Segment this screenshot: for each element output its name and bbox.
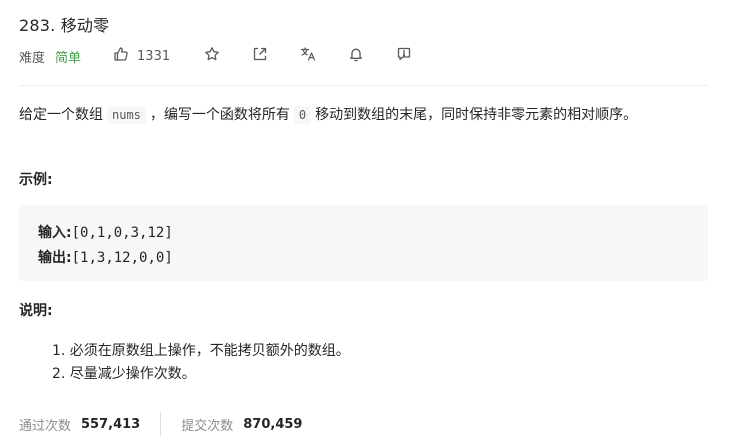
- favorite-button[interactable]: [204, 45, 220, 67]
- description-text: ，编写一个函数将所有: [149, 107, 290, 123]
- example-output-value: [1,3,12,0,0]: [71, 250, 173, 266]
- subscribe-button[interactable]: [348, 45, 364, 67]
- accepted-label: 通过次数: [19, 418, 72, 434]
- star-icon: [204, 46, 220, 66]
- inline-code-zero: 0: [293, 106, 312, 124]
- bell-icon: [348, 46, 364, 66]
- share-button[interactable]: [252, 45, 268, 67]
- notes-list: 1. 必须在原数组上操作，不能拷贝额外的数组。 2. 尽量减少操作次数。: [52, 340, 350, 386]
- submitted-value: 870,459: [243, 416, 303, 432]
- translate-icon: [300, 46, 316, 66]
- inline-code-nums: nums: [107, 106, 146, 124]
- feedback-button[interactable]: [396, 45, 412, 67]
- difficulty-label: 难度: [19, 50, 46, 66]
- stats-divider: [160, 412, 162, 436]
- difficulty-value: 简单: [55, 50, 82, 66]
- list-item: 1. 必须在原数组上操作，不能拷贝额外的数组。: [52, 343, 350, 359]
- description-text: 给定一个数组: [19, 107, 103, 123]
- example-output-line: 输出:[1,3,12,0,0]: [38, 247, 173, 267]
- submitted-label: 提交次数: [181, 418, 234, 434]
- problem-description: 给定一个数组 nums ，编写一个函数将所有 0 移动到数组的末尾，同时保持非零元素的相…: [19, 104, 709, 127]
- share-icon: [252, 46, 268, 66]
- example-input-label: 输入:: [38, 225, 72, 241]
- list-item: 2. 尽量减少操作次数。: [52, 366, 196, 382]
- like-button[interactable]: 1331: [113, 45, 170, 67]
- header-divider: [19, 85, 708, 86]
- report-icon: [396, 46, 412, 66]
- example-heading: 示例:: [19, 172, 53, 188]
- translate-button[interactable]: [300, 45, 316, 67]
- like-count: 1331: [137, 48, 171, 64]
- example-input-value: [0,1,0,3,12]: [71, 225, 173, 241]
- problem-meta-bar: 难度 简单 1331: [19, 44, 412, 68]
- thumbs-up-icon: [113, 46, 129, 66]
- accepted-value: 557,413: [81, 416, 141, 432]
- example-input-line: 输入:[0,1,0,3,12]: [38, 222, 173, 242]
- problem-title: 283. 移动零: [19, 16, 110, 35]
- description-text: 移动到数组的末尾，同时保持非零元素的相对顺序。: [315, 107, 638, 123]
- example-block: 输入:[0,1,0,3,12] 输出:[1,3,12,0,0]: [19, 205, 708, 281]
- submission-stats: 通过次数 557,413 提交次数 870,459: [19, 412, 302, 436]
- example-output-label: 输出:: [38, 250, 72, 266]
- notes-heading: 说明:: [19, 303, 53, 319]
